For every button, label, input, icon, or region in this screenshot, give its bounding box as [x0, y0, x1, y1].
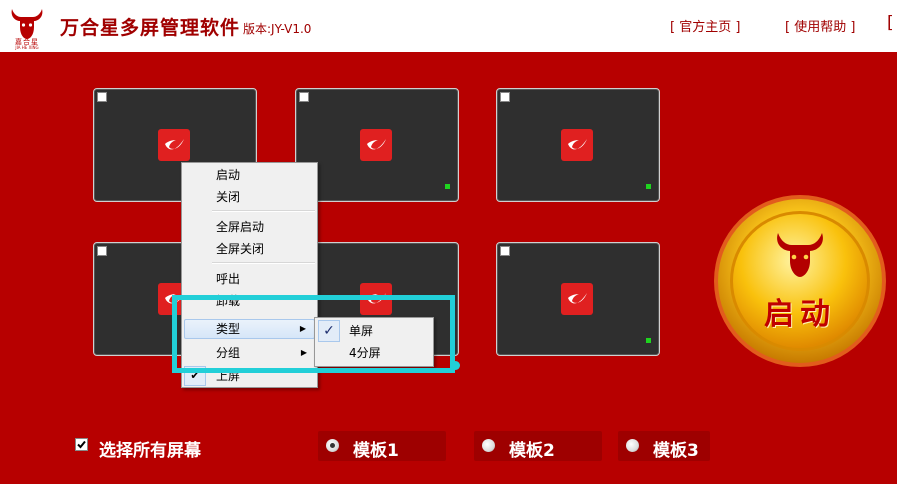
- nav-more-bracket: [: [887, 13, 894, 33]
- menu-item-close[interactable]: 关闭: [184, 187, 315, 207]
- radio-button[interactable]: [626, 439, 639, 452]
- nav-help-label: 使用帮助: [794, 20, 847, 35]
- status-dot: [646, 184, 651, 189]
- screen-tile-3[interactable]: [496, 88, 660, 202]
- template-option-3[interactable]: 模板3: [618, 431, 710, 461]
- menu-item-start[interactable]: 启动: [184, 165, 315, 185]
- screen-checkbox[interactable]: [97, 92, 107, 102]
- nav-official-home-label: 官方主页: [679, 20, 732, 35]
- status-dot: [646, 338, 651, 343]
- menu-item-call-out[interactable]: 呼出: [184, 269, 315, 289]
- app-logo-icon: [561, 283, 593, 315]
- screen-checkbox[interactable]: [97, 246, 107, 256]
- radio-button[interactable]: [482, 439, 495, 452]
- radio-button[interactable]: [326, 439, 339, 452]
- screen-checkbox[interactable]: [299, 92, 309, 102]
- logo-subtext: JIA HE XING: [15, 45, 39, 50]
- screen-checkbox[interactable]: [500, 246, 510, 256]
- app-logo-icon: [561, 129, 593, 161]
- menu-separator: [212, 262, 315, 264]
- start-button-label: 启动: [764, 297, 836, 332]
- header-bar: 嘉合星 JIA HE XING 万合星多屏管理软件 版本:JY-V1.0 [ 官…: [0, 0, 897, 52]
- template-label-1: 模板1: [353, 441, 399, 461]
- menu-item-fullscreen-close[interactable]: 全屏关闭: [184, 239, 315, 259]
- checkmark-icon: [77, 440, 86, 449]
- template-option-1[interactable]: 模板1: [318, 431, 446, 461]
- menu-item-fullscreen-start[interactable]: 全屏启动: [184, 217, 315, 237]
- screen-tile-6[interactable]: [496, 242, 660, 356]
- nav-official-home[interactable]: [ 官方主页 ]: [670, 16, 740, 35]
- nav-help[interactable]: [ 使用帮助 ]: [785, 16, 855, 35]
- start-button[interactable]: 启动: [712, 193, 888, 369]
- template-label-2: 模板2: [509, 441, 555, 461]
- highlight-handle: [451, 361, 460, 370]
- select-all-label: 选择所有屏幕: [99, 441, 201, 461]
- menu-separator: [212, 210, 315, 212]
- app-title: 万合星多屏管理软件: [60, 17, 241, 39]
- select-all-checkbox[interactable]: [75, 438, 88, 451]
- screen-tile-2[interactable]: [295, 88, 459, 202]
- start-button-graphic: [714, 195, 886, 367]
- version-label: 版本:JY-V1.0: [243, 22, 312, 36]
- status-dot: [445, 184, 450, 189]
- screen-checkbox[interactable]: [500, 92, 510, 102]
- template-label-3: 模板3: [653, 441, 699, 461]
- app-logo-icon: [360, 129, 392, 161]
- template-option-2[interactable]: 模板2: [474, 431, 602, 461]
- highlight-annotation-box: [172, 295, 455, 373]
- app-logo-icon: [158, 129, 190, 161]
